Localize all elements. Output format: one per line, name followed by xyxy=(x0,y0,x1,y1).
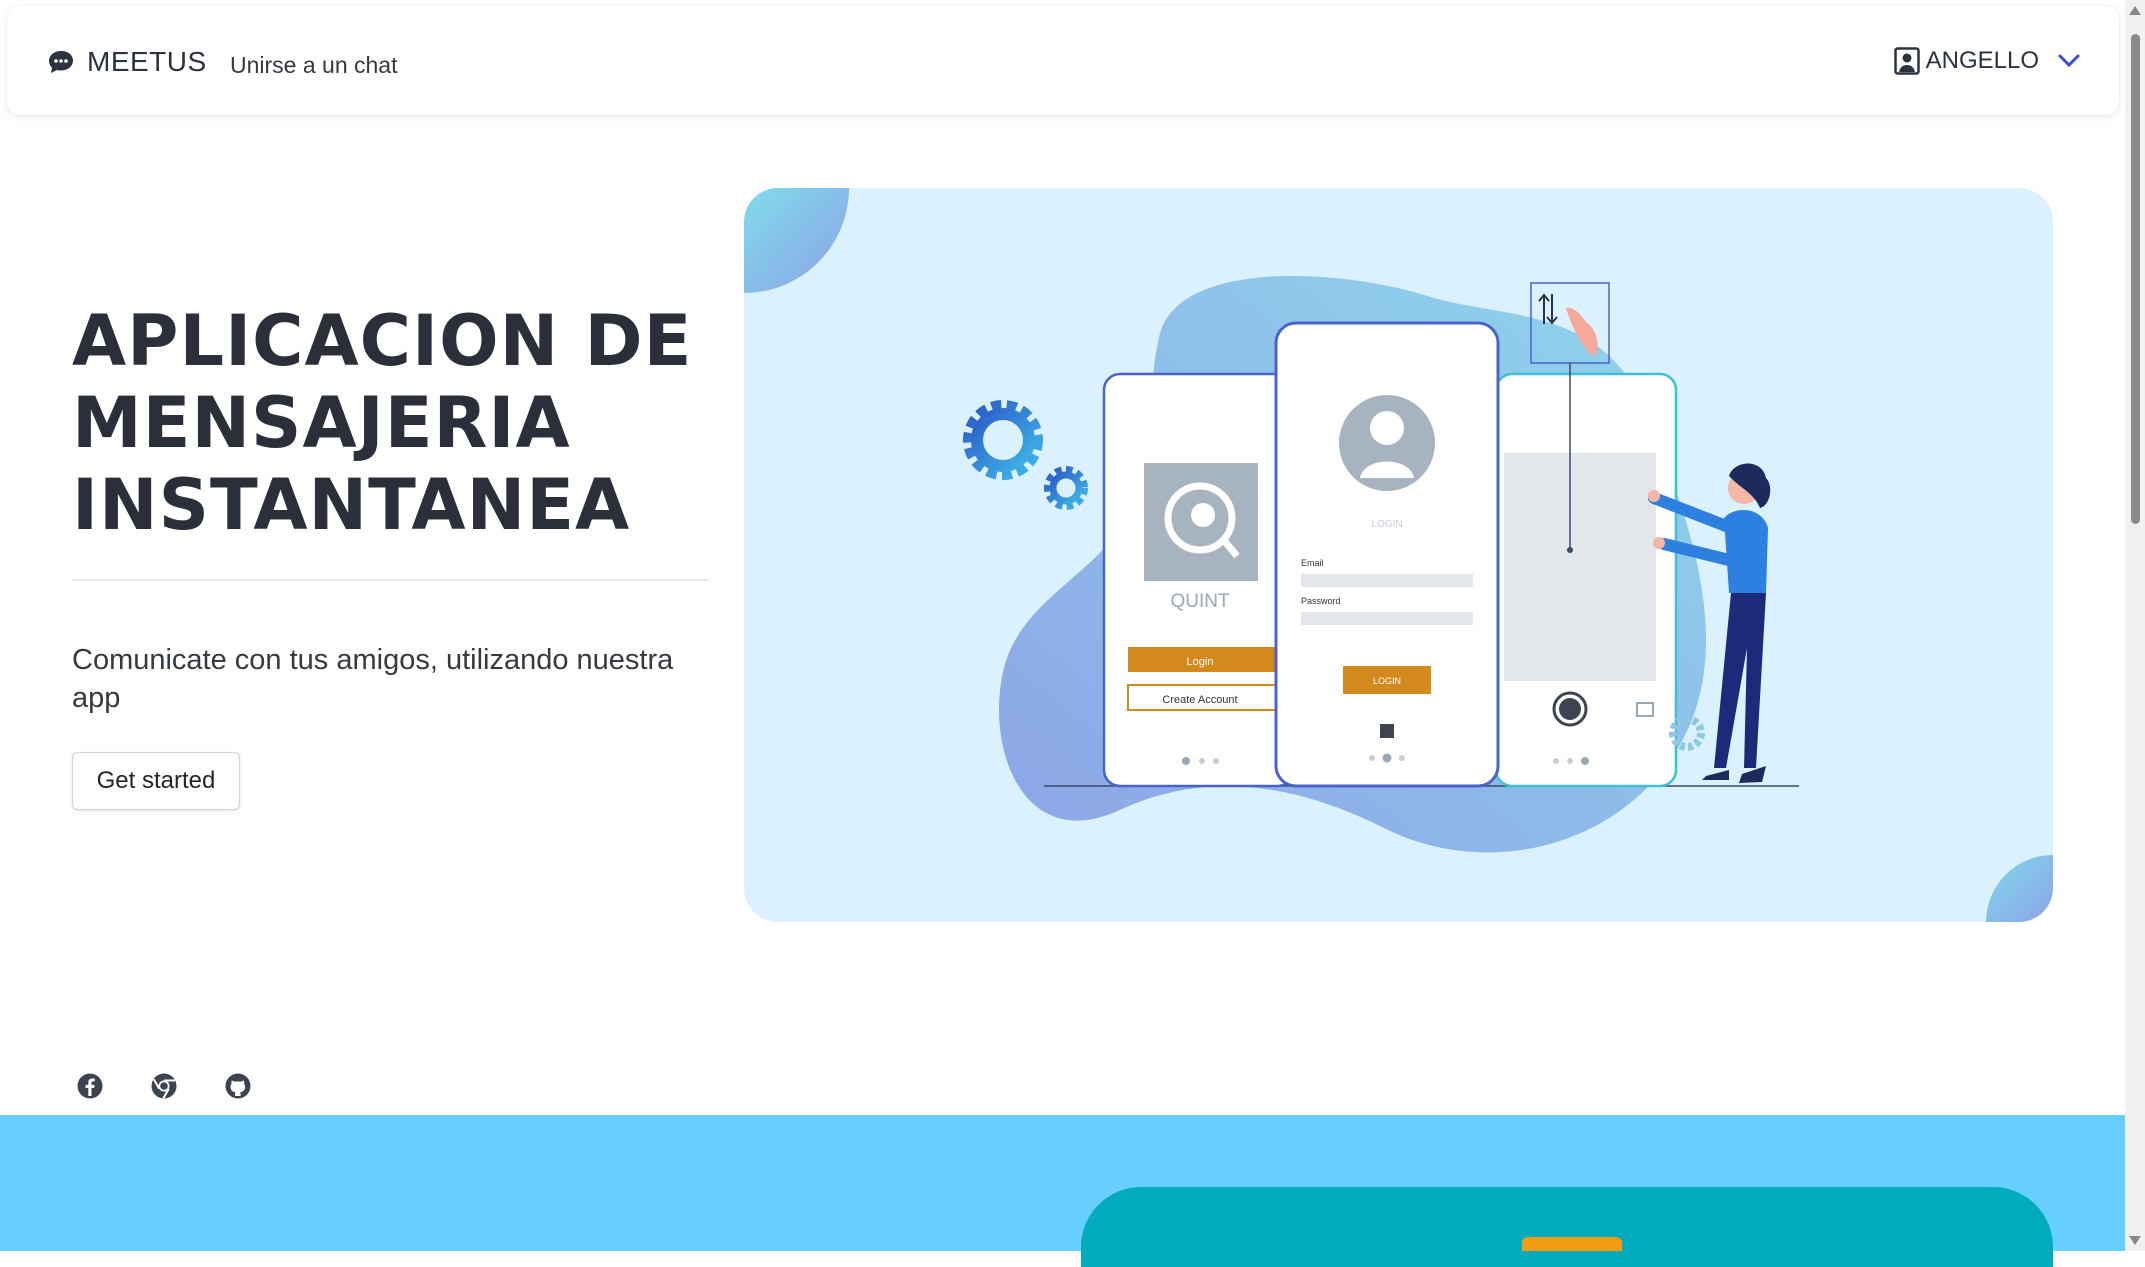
illustration-login-button-label: LOGIN xyxy=(1373,676,1401,686)
scroll-down-arrow-icon[interactable] xyxy=(2129,1236,2141,1245)
social-links xyxy=(76,1072,252,1100)
facebook-icon[interactable] xyxy=(76,1072,104,1100)
nav-link-join-chat[interactable]: Unirse a un chat xyxy=(230,52,397,79)
get-started-button[interactable]: Get started xyxy=(72,752,240,810)
hero-subtitle: Comunicate con tus amigos, utilizando nu… xyxy=(72,644,674,714)
hero-illustration: QUINT Login Create Account LOGIN Email P… xyxy=(744,188,2053,922)
github-icon[interactable] xyxy=(224,1072,252,1100)
brand-name: MEETUS xyxy=(87,46,207,77)
app-mockup-illustration: QUINT Login Create Account LOGIN Email P… xyxy=(744,188,2053,922)
chrome-icon[interactable] xyxy=(150,1072,178,1100)
scrollbar[interactable] xyxy=(2125,0,2145,1251)
gear-icon xyxy=(963,400,1088,510)
teal-feature-card xyxy=(1081,1187,2053,1267)
hero-title-line: INSTANTANEA xyxy=(72,464,631,546)
hero-title-line: MENSAJERIA xyxy=(72,382,571,464)
hero-title-line: APLICACION DE xyxy=(72,300,693,382)
illustration-app-name: QUINT xyxy=(1170,591,1230,612)
illustration-email-label: Email xyxy=(1301,558,1324,568)
illustration-login-heading: LOGIN xyxy=(1371,519,1402,530)
feature-illustration-fragment xyxy=(1522,1237,1622,1251)
navbar: MEETUS Unirse a un chat ANGELLO xyxy=(7,6,2119,115)
chevron-down-icon xyxy=(2058,54,2080,68)
illustration-login-label: Login xyxy=(1187,656,1214,668)
brand[interactable]: MEETUS xyxy=(47,46,207,78)
chat-bubble-icon xyxy=(49,51,73,73)
illustration-create-account-label: Create Account xyxy=(1162,694,1237,706)
illustration-password-label: Password xyxy=(1301,596,1341,606)
hero-title: APLICACION DE MENSAJERIA INSTANTANEA xyxy=(72,300,712,546)
user-name: ANGELLO xyxy=(1925,47,2039,74)
hero-divider xyxy=(72,579,708,581)
user-menu[interactable]: ANGELLO xyxy=(1893,47,2081,75)
user-icon xyxy=(1893,47,1920,75)
scrollbar-thumb[interactable] xyxy=(2131,34,2140,524)
scroll-up-arrow-icon[interactable] xyxy=(2129,6,2141,15)
